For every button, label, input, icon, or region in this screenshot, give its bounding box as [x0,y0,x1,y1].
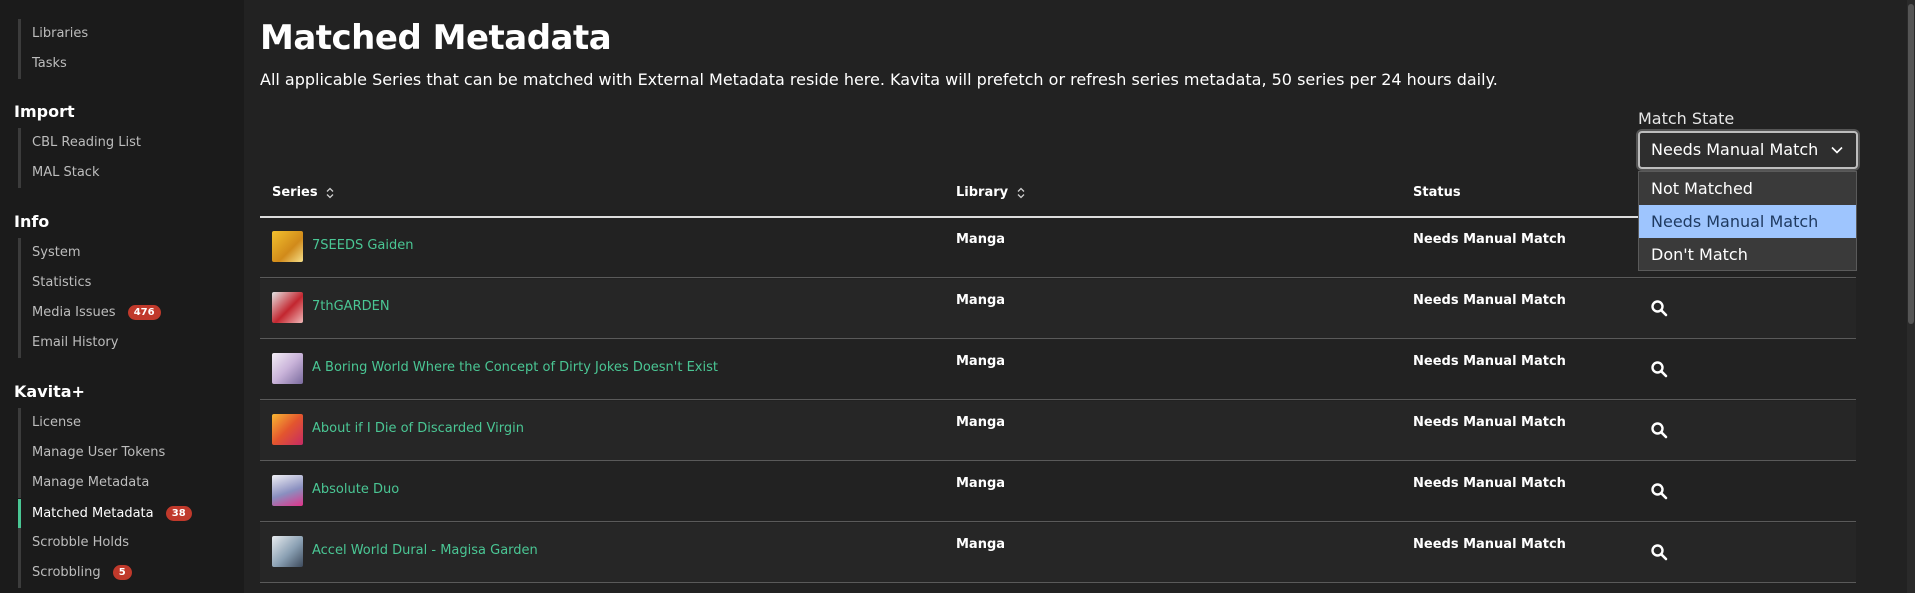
sidebar-item-scrobble-holds[interactable]: Scrobble Holds [18,528,243,558]
series-cover [272,353,303,384]
table-row: Absolute Duo Manga Needs Manual Match [260,462,1856,522]
sidebar-item-label: Manage User Tokens [32,445,166,460]
sidebar-item-label: CBL Reading List [32,135,141,150]
table-row: A Boring World Where the Concept of Dirt… [260,340,1856,400]
status-cell: Needs Manual Match [1413,415,1566,430]
search-icon[interactable] [1650,360,1668,378]
page-scrollbar[interactable] [1907,0,1915,593]
series-link[interactable]: Accel World Dural - Magisa Garden [312,543,538,558]
sidebar-item-label: Scrobbling [32,565,101,580]
search-icon[interactable] [1650,299,1668,317]
sidebar-item-scrobbling[interactable]: Scrobbling 5 [18,558,243,588]
series-link[interactable]: A Boring World Where the Concept of Dirt… [312,360,718,375]
sidebar-item-label: MAL Stack [32,165,100,180]
sidebar-item-matched-metadata[interactable]: Matched Metadata 38 [18,499,243,529]
sidebar-item-label: Media Issues [32,305,116,320]
sidebar-item-mal-stack[interactable]: MAL Stack [18,158,243,188]
search-icon[interactable] [1650,421,1668,439]
sidebar-item-libraries[interactable]: Libraries [18,19,243,49]
table-row: About if I Die of Discarded Virgin Manga… [260,401,1856,461]
library-cell: Manga [956,476,1006,491]
library-cell: Manga [956,415,1006,430]
sidebar-item-media-issues[interactable]: Media Issues 476 [18,298,243,328]
sidebar-item-label: License [32,415,82,430]
sidebar-heading-import: Import [14,102,75,121]
sidebar-heading-info: Info [14,212,50,231]
series-cover [272,231,303,262]
scrollbar-thumb[interactable] [1908,4,1914,324]
series-cover [272,475,303,506]
sidebar-item-tasks[interactable]: Tasks [18,49,243,79]
sidebar-item-label: System [32,245,81,260]
sidebar-item-manage-metadata[interactable]: Manage Metadata [18,468,243,498]
sidebar-item-manage-user-tokens[interactable]: Manage User Tokens [18,438,243,468]
column-header-status: Status [1413,185,1461,200]
library-cell: Manga [956,232,1006,247]
dropdown-option-needs-manual-match[interactable]: Needs Manual Match [1639,205,1856,238]
match-state-select[interactable]: Needs Manual Match [1638,131,1858,169]
series-link[interactable]: 7thGARDEN [312,299,390,314]
sidebar-item-license[interactable]: License [18,408,243,438]
column-header-label: Library [956,185,1009,200]
sidebar-item-label: Matched Metadata [32,506,154,521]
sidebar-item-label: Scrobble Holds [32,535,130,550]
series-cover [272,292,303,323]
table-row: Accel World Dural - Magisa Garden Manga … [260,523,1856,583]
search-icon[interactable] [1650,482,1668,500]
sidebar: Libraries Tasks Import CBL Reading List … [0,0,244,593]
status-cell: Needs Manual Match [1413,232,1566,247]
dropdown-option-not-matched[interactable]: Not Matched [1639,172,1856,205]
sort-icon [326,187,334,198]
column-header-label: Series [272,185,318,200]
sidebar-item-label: Tasks [32,56,67,71]
status-cell: Needs Manual Match [1413,537,1566,552]
series-cover [272,536,303,567]
sidebar-heading-kavita-plus: Kavita+ [14,382,85,401]
sidebar-item-statistics[interactable]: Statistics [18,268,243,298]
status-cell: Needs Manual Match [1413,476,1566,491]
table-row: 7SEEDS Gaiden Manga Needs Manual Match [260,218,1856,278]
series-link[interactable]: About if I Die of Discarded Virgin [312,421,524,436]
series-link[interactable]: 7SEEDS Gaiden [312,238,414,253]
scrobbling-badge: 5 [112,565,132,580]
match-state-dropdown: Not Matched Needs Manual Match Don't Mat… [1638,171,1857,271]
column-header-series[interactable]: Series [272,185,334,200]
chevron-down-icon [1831,146,1843,154]
dropdown-option-dont-match[interactable]: Don't Match [1639,238,1856,271]
sidebar-item-email-history[interactable]: Email History [18,328,243,358]
series-link[interactable]: Absolute Duo [312,482,399,497]
sidebar-item-label: Email History [32,335,119,350]
sidebar-item-label: Manage Metadata [32,475,150,490]
match-state-selected: Needs Manual Match [1651,140,1819,159]
column-header-library[interactable]: Library [956,185,1025,200]
page-description: All applicable Series that can be matche… [260,70,1498,89]
library-cell: Manga [956,293,1006,308]
page-title: Matched Metadata [260,18,612,58]
sidebar-item-system[interactable]: System [18,238,243,268]
library-cell: Manga [956,537,1006,552]
match-state-label: Match State [1638,109,1735,128]
sort-icon [1017,187,1025,198]
sidebar-item-label: Statistics [32,275,92,290]
library-cell: Manga [956,354,1006,369]
media-issues-badge: 476 [127,305,161,320]
series-cover [272,414,303,445]
sidebar-item-label: Libraries [32,26,89,41]
status-cell: Needs Manual Match [1413,293,1566,308]
sidebar-item-cbl-reading-list[interactable]: CBL Reading List [18,128,243,158]
status-cell: Needs Manual Match [1413,354,1566,369]
table-row: 7thGARDEN Manga Needs Manual Match [260,279,1856,339]
search-icon[interactable] [1650,543,1668,561]
matched-metadata-badge: 38 [165,506,192,521]
